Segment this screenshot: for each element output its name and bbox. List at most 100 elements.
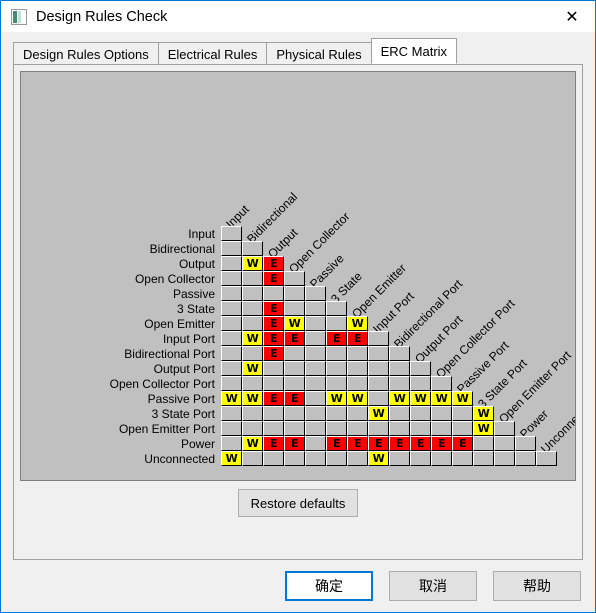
matrix-cell[interactable]	[347, 346, 368, 361]
matrix-cell[interactable]	[221, 256, 242, 271]
matrix-cell[interactable]	[305, 286, 326, 301]
matrix-cell[interactable]	[431, 406, 452, 421]
matrix-cell[interactable]	[305, 346, 326, 361]
tab-erc-matrix[interactable]: ERC Matrix	[370, 38, 458, 64]
matrix-cell[interactable]: W	[221, 391, 242, 406]
tab-electrical-rules[interactable]: Electrical Rules	[157, 42, 268, 65]
matrix-cell[interactable]	[368, 346, 389, 361]
matrix-cell[interactable]	[389, 346, 410, 361]
matrix-cell[interactable]	[305, 436, 326, 451]
matrix-cell[interactable]	[263, 361, 284, 376]
matrix-cell[interactable]: E	[263, 271, 284, 286]
matrix-cell[interactable]	[347, 361, 368, 376]
matrix-cell[interactable]	[347, 376, 368, 391]
matrix-cell[interactable]: W	[242, 391, 263, 406]
matrix-cell[interactable]	[494, 421, 515, 436]
matrix-cell[interactable]	[284, 451, 305, 466]
matrix-cell[interactable]	[242, 271, 263, 286]
matrix-cell[interactable]	[221, 271, 242, 286]
matrix-cell[interactable]	[284, 421, 305, 436]
matrix-cell[interactable]	[389, 406, 410, 421]
matrix-cell[interactable]	[368, 331, 389, 346]
matrix-cell[interactable]	[347, 451, 368, 466]
matrix-cell[interactable]	[515, 436, 536, 451]
matrix-cell[interactable]: W	[368, 406, 389, 421]
help-button[interactable]: 帮助	[493, 571, 581, 601]
matrix-cell[interactable]: W	[473, 406, 494, 421]
matrix-cell[interactable]	[221, 406, 242, 421]
matrix-cell[interactable]	[368, 391, 389, 406]
tab-physical-rules[interactable]: Physical Rules	[266, 42, 372, 65]
matrix-cell[interactable]	[284, 271, 305, 286]
tab-design-rules-options[interactable]: Design Rules Options	[13, 42, 159, 65]
matrix-cell[interactable]	[305, 451, 326, 466]
matrix-cell[interactable]: E	[410, 436, 431, 451]
matrix-cell[interactable]	[326, 301, 347, 316]
matrix-cell[interactable]	[452, 451, 473, 466]
matrix-cell[interactable]: E	[263, 391, 284, 406]
matrix-cell[interactable]	[242, 301, 263, 316]
matrix-cell[interactable]	[389, 376, 410, 391]
matrix-cell[interactable]	[389, 361, 410, 376]
matrix-cell[interactable]	[305, 421, 326, 436]
matrix-cell[interactable]	[284, 406, 305, 421]
matrix-cell[interactable]	[284, 361, 305, 376]
matrix-cell[interactable]	[242, 346, 263, 361]
matrix-cell[interactable]	[326, 361, 347, 376]
matrix-cell[interactable]	[494, 436, 515, 451]
matrix-cell[interactable]	[221, 226, 242, 241]
matrix-cell[interactable]	[473, 436, 494, 451]
matrix-cell[interactable]: E	[263, 301, 284, 316]
matrix-cell[interactable]: W	[347, 391, 368, 406]
matrix-cell[interactable]	[368, 376, 389, 391]
restore-defaults-button[interactable]: Restore defaults	[238, 489, 358, 517]
matrix-cell[interactable]	[410, 406, 431, 421]
matrix-cell[interactable]	[221, 301, 242, 316]
matrix-cell[interactable]	[221, 316, 242, 331]
matrix-cell[interactable]: E	[284, 436, 305, 451]
matrix-cell[interactable]	[326, 451, 347, 466]
matrix-cell[interactable]: E	[263, 346, 284, 361]
matrix-cell[interactable]	[242, 451, 263, 466]
matrix-cell[interactable]	[494, 451, 515, 466]
matrix-cell[interactable]: E	[347, 436, 368, 451]
matrix-cell[interactable]: W	[242, 331, 263, 346]
matrix-cell[interactable]: W	[452, 391, 473, 406]
matrix-cell[interactable]: E	[326, 436, 347, 451]
matrix-cell[interactable]	[389, 421, 410, 436]
matrix-cell[interactable]	[410, 421, 431, 436]
matrix-cell[interactable]	[431, 376, 452, 391]
ok-button[interactable]: 确定	[285, 571, 373, 601]
matrix-cell[interactable]	[326, 406, 347, 421]
matrix-cell[interactable]	[263, 406, 284, 421]
matrix-cell[interactable]	[515, 451, 536, 466]
matrix-cell[interactable]: W	[221, 451, 242, 466]
matrix-cell[interactable]: E	[389, 436, 410, 451]
cancel-button[interactable]: 取消	[389, 571, 477, 601]
matrix-cell[interactable]: E	[263, 316, 284, 331]
matrix-cell[interactable]: W	[410, 391, 431, 406]
matrix-cell[interactable]	[326, 316, 347, 331]
matrix-cell[interactable]	[284, 376, 305, 391]
matrix-cell[interactable]: E	[263, 256, 284, 271]
matrix-cell[interactable]: E	[452, 436, 473, 451]
matrix-cell[interactable]: E	[284, 391, 305, 406]
matrix-cell[interactable]: E	[368, 436, 389, 451]
matrix-cell[interactable]	[263, 451, 284, 466]
matrix-cell[interactable]	[305, 316, 326, 331]
matrix-cell[interactable]	[536, 451, 557, 466]
matrix-cell[interactable]	[284, 286, 305, 301]
matrix-cell[interactable]	[263, 376, 284, 391]
matrix-cell[interactable]	[452, 406, 473, 421]
matrix-cell[interactable]	[221, 376, 242, 391]
matrix-cell[interactable]: W	[284, 316, 305, 331]
matrix-cell[interactable]	[305, 331, 326, 346]
matrix-cell[interactable]: W	[368, 451, 389, 466]
matrix-cell[interactable]	[221, 346, 242, 361]
matrix-cell[interactable]: W	[389, 391, 410, 406]
matrix-cell[interactable]	[242, 316, 263, 331]
matrix-cell[interactable]	[221, 361, 242, 376]
matrix-cell[interactable]	[242, 286, 263, 301]
matrix-cell[interactable]	[389, 451, 410, 466]
matrix-cell[interactable]	[242, 406, 263, 421]
